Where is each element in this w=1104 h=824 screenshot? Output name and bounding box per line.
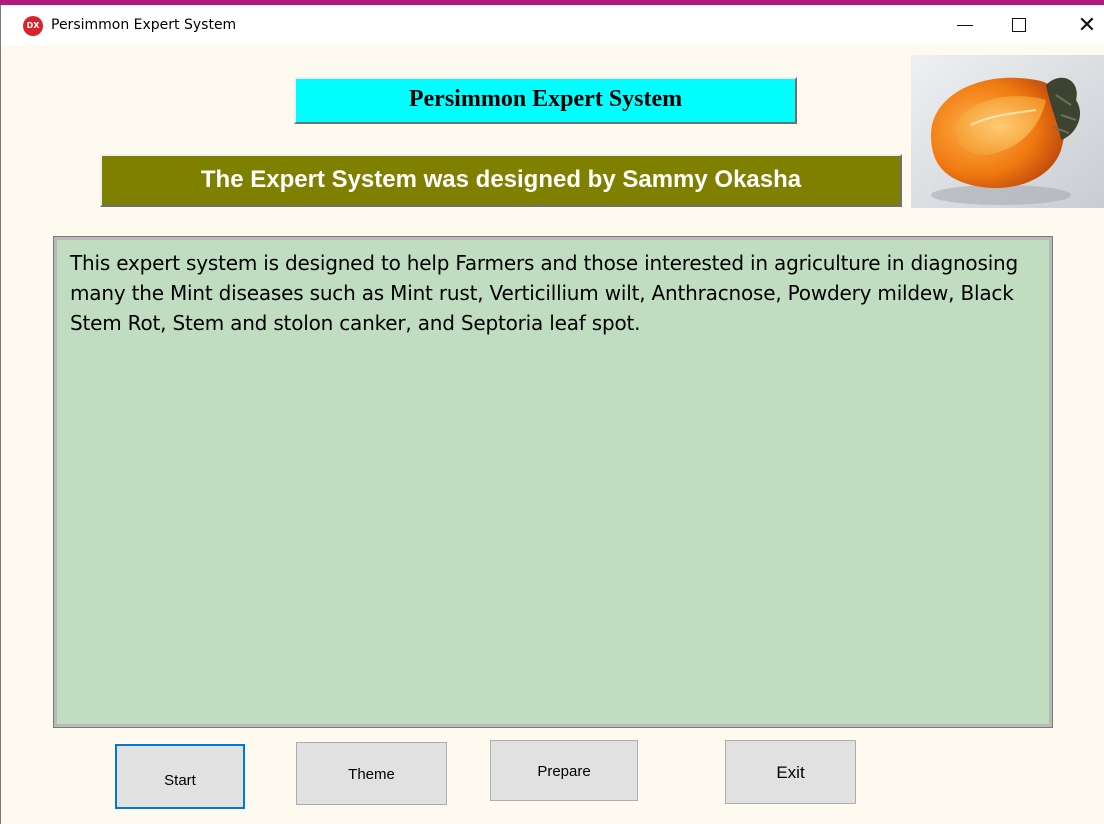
window-title: Persimmon Expert System	[51, 17, 237, 33]
minimize-button[interactable]	[942, 5, 988, 45]
exit-button[interactable]: Exit	[725, 740, 856, 804]
maximize-icon	[1012, 18, 1026, 32]
minimize-icon	[957, 25, 973, 26]
description-panel[interactable]: This expert system is designed to help F…	[53, 236, 1053, 728]
theme-button[interactable]: Theme	[296, 742, 447, 805]
start-button[interactable]: Start	[115, 744, 245, 809]
close-button[interactable]: ✕	[1064, 5, 1104, 45]
prepare-button[interactable]: Prepare	[490, 740, 638, 801]
app-icon: DX	[23, 16, 43, 36]
maximize-button[interactable]	[996, 5, 1042, 45]
close-icon: ✕	[1077, 13, 1097, 38]
app-title-label: Persimmon Expert System	[294, 77, 797, 124]
persimmon-image	[911, 55, 1104, 208]
title-bar[interactable]: DX Persimmon Expert System ✕	[1, 5, 1104, 45]
designer-credit-label: The Expert System was designed by Sammy …	[100, 154, 902, 207]
description-text: This expert system is designed to help F…	[70, 251, 1019, 335]
window-border	[0, 5, 1, 824]
